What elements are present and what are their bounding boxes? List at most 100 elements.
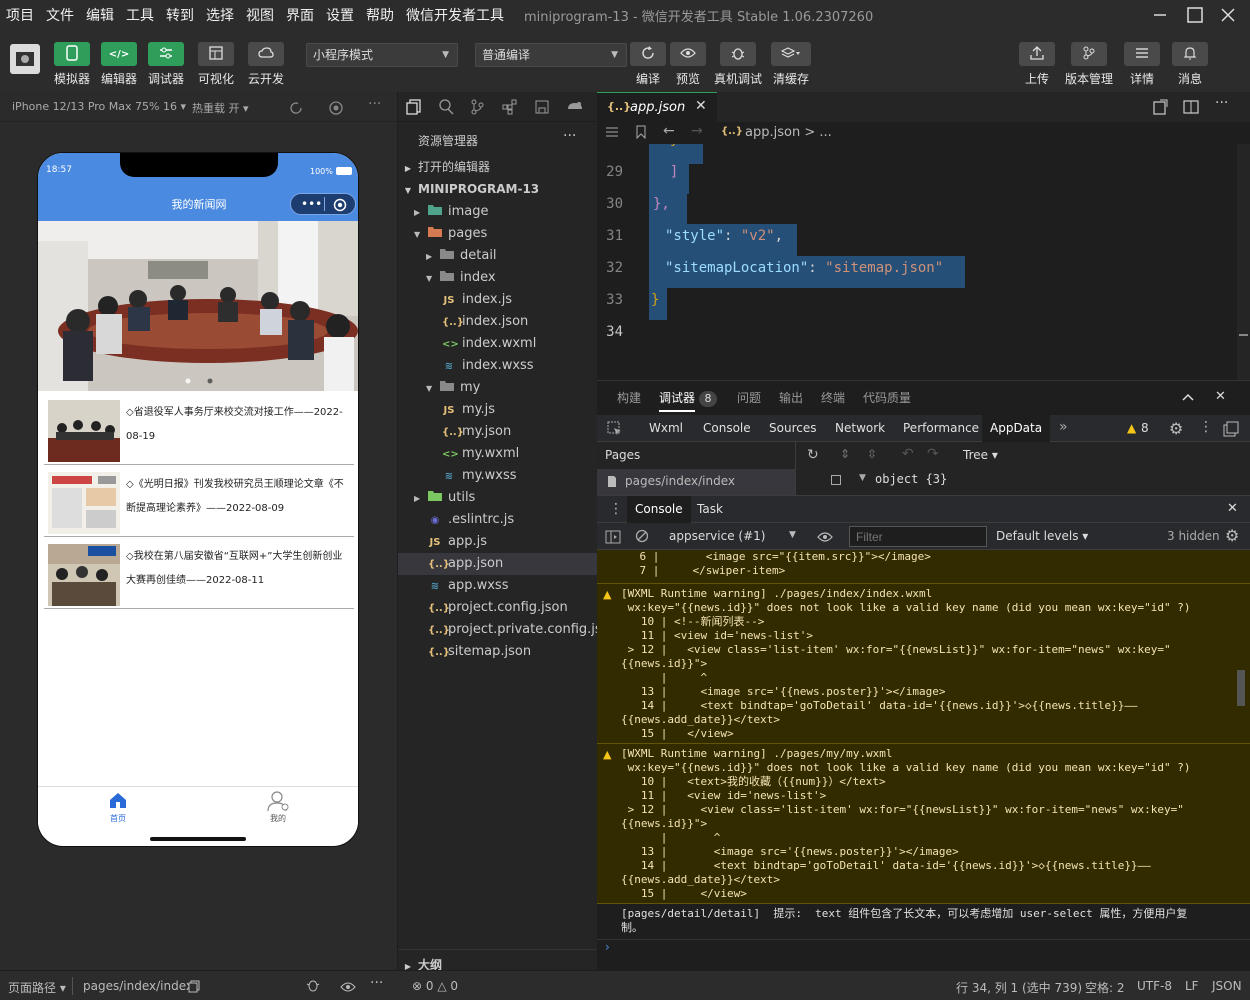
bookmark-icon[interactable] bbox=[635, 125, 647, 143]
code-area[interactable]: 28 } 29 ] 30}, 31"style": "v2", 32"sitem… bbox=[597, 144, 1250, 380]
tree-file[interactable]: JS app.js bbox=[398, 531, 598, 553]
more-icon[interactable]: ••• bbox=[301, 197, 322, 211]
tree-file[interactable]: ◉ .eslintrc.js bbox=[398, 509, 598, 531]
compile-button[interactable] bbox=[630, 42, 666, 66]
copy-icon[interactable] bbox=[188, 980, 200, 996]
tree-file[interactable]: {..}project.config.json bbox=[398, 597, 598, 619]
compile-select[interactable]: 普通编译 ▼ bbox=[475, 43, 627, 67]
kebab-icon[interactable]: ⋮ bbox=[1199, 419, 1213, 435]
tab-build[interactable]: 构建 bbox=[617, 381, 641, 415]
maximize-icon[interactable] bbox=[1185, 5, 1205, 25]
context-select[interactable]: appservice (#1) bbox=[669, 529, 765, 543]
tree-file[interactable]: ≋ index.wxss bbox=[398, 355, 598, 377]
tab-network[interactable]: Network bbox=[827, 415, 893, 442]
tab-terminal[interactable]: 终端 bbox=[821, 381, 845, 415]
simulator-button[interactable] bbox=[54, 42, 90, 66]
tree-folder[interactable]: ▶ image bbox=[398, 201, 598, 223]
chevron-down-icon[interactable]: ▼ bbox=[789, 530, 796, 540]
tab-wxml[interactable]: Wxml bbox=[641, 415, 691, 442]
refresh-icon[interactable]: ↻ bbox=[807, 447, 819, 463]
tree-file[interactable]: {..}sitemap.json bbox=[398, 641, 598, 663]
forward-icon[interactable]: → bbox=[691, 123, 703, 139]
cloud-button[interactable] bbox=[248, 42, 284, 66]
list-item[interactable]: ◇我校在第八届安徽省“互联网+”大学生创新创业大赛再创佳绩——2022-08-1… bbox=[44, 539, 354, 609]
clear-cache-button[interactable] bbox=[771, 42, 811, 66]
tab-performance[interactable]: Performance bbox=[895, 415, 987, 442]
upload-button[interactable] bbox=[1019, 42, 1055, 66]
extensions-icon[interactable] bbox=[502, 99, 518, 118]
preview-button[interactable] bbox=[670, 42, 706, 66]
sidebar-toggle-icon[interactable] bbox=[605, 530, 621, 547]
cloud-dev-icon[interactable] bbox=[566, 99, 584, 116]
menu-goto[interactable]: 转到 bbox=[160, 5, 200, 25]
tree-file[interactable]: <> index.wxml bbox=[398, 333, 598, 355]
clear-console-icon[interactable] bbox=[635, 529, 649, 546]
tree-file[interactable]: JS my.js bbox=[398, 399, 598, 421]
project-section[interactable]: ▼ MINIPROGRAM-13 bbox=[398, 178, 598, 200]
close-icon[interactable]: ✕ bbox=[1227, 501, 1238, 516]
undock-icon[interactable] bbox=[1223, 421, 1239, 440]
checkbox[interactable] bbox=[831, 475, 841, 485]
eol-setting[interactable]: LF bbox=[1185, 979, 1199, 993]
menu-help[interactable]: 帮助 bbox=[360, 5, 400, 25]
tab-appdata[interactable]: AppData bbox=[982, 415, 1051, 442]
news-title[interactable]: ◇省退役军人事务厅来校交流对接工作——2022-08-19 bbox=[126, 401, 352, 449]
cursor-position[interactable]: 行 34, 列 1 (选中 739) bbox=[956, 979, 1082, 996]
remote-debug-button[interactable] bbox=[720, 42, 756, 66]
tree-file[interactable]: {..}app.json bbox=[398, 553, 598, 575]
news-title[interactable]: ◇我校在第八届安徽省“互联网+”大学生创新创业大赛再创佳绩——2022-08-1… bbox=[126, 545, 352, 593]
undo-icon[interactable]: ↶ bbox=[902, 446, 914, 462]
avatar[interactable] bbox=[10, 44, 40, 74]
object-node[interactable]: object {3} bbox=[875, 472, 947, 486]
tab-code-quality[interactable]: 代码质量 bbox=[863, 381, 911, 415]
menu-tools[interactable]: 工具 bbox=[120, 5, 160, 25]
tree-file[interactable]: <> my.wxml bbox=[398, 443, 598, 465]
eye-icon[interactable] bbox=[340, 981, 356, 995]
triangle-down-icon[interactable]: ▼ bbox=[859, 473, 866, 483]
tab-sources[interactable]: Sources bbox=[761, 415, 824, 442]
news-title[interactable]: ◇《光明日报》刊发我校研究员王顺理论文章《不断提高理论素养》——2022-08-… bbox=[126, 473, 352, 521]
menu-edit[interactable]: 编辑 bbox=[80, 5, 120, 25]
storage-icon[interactable] bbox=[534, 99, 550, 118]
menu-file[interactable]: 文件 bbox=[40, 5, 80, 25]
capsule-close-icon[interactable] bbox=[333, 198, 347, 215]
more-icon[interactable]: ··· bbox=[368, 96, 381, 112]
search-icon[interactable] bbox=[438, 99, 454, 118]
minimize-icon[interactable] bbox=[1150, 5, 1170, 25]
menu-view[interactable]: 视图 bbox=[240, 5, 280, 25]
debugger-button[interactable] bbox=[148, 42, 184, 66]
console-output[interactable]: 6 | <image src="{{item.src}}"></image> 7… bbox=[597, 550, 1250, 971]
language-mode[interactable]: JSON bbox=[1212, 979, 1242, 993]
source-control-icon[interactable] bbox=[470, 99, 484, 118]
tree-folder[interactable]: ▼ index bbox=[398, 267, 598, 289]
bug-icon[interactable] bbox=[306, 978, 320, 995]
more-icon[interactable]: ··· bbox=[370, 975, 383, 991]
details-button[interactable] bbox=[1124, 42, 1160, 66]
tree-folder[interactable]: ▼ my bbox=[398, 377, 598, 399]
close-icon[interactable]: ✕ bbox=[695, 98, 707, 114]
page-path-select[interactable]: 页面路径 ▾ bbox=[8, 979, 66, 996]
stop-icon[interactable] bbox=[328, 100, 344, 116]
files-icon[interactable] bbox=[406, 99, 422, 118]
menu-project[interactable]: 项目 bbox=[0, 5, 40, 25]
tree-file[interactable]: ≋ app.wxss bbox=[398, 575, 598, 597]
tab-app-json[interactable]: {..} app.json ✕ bbox=[597, 92, 717, 122]
back-icon[interactable]: ← bbox=[663, 123, 675, 139]
tab-debugger[interactable]: 调试器 bbox=[659, 381, 696, 412]
tree-file[interactable]: {..}my.json bbox=[398, 421, 598, 443]
collapse-icon[interactable]: ⇳ bbox=[867, 447, 877, 461]
tree-file[interactable]: JS index.js bbox=[398, 289, 598, 311]
close-window-icon[interactable] bbox=[1218, 5, 1238, 25]
mode-select[interactable]: 小程序模式 ▼ bbox=[306, 43, 458, 67]
error-count[interactable]: ⊗ 0 △ 0 bbox=[412, 979, 458, 993]
filter-input[interactable] bbox=[849, 526, 987, 547]
list-item[interactable]: ◇《光明日报》刊发我校研究员王顺理论文章《不断提高理论素养》——2022-08-… bbox=[44, 467, 354, 537]
banner-image[interactable] bbox=[38, 221, 358, 391]
kebab-icon[interactable]: ⋮ bbox=[609, 501, 623, 517]
open-preview-icon[interactable] bbox=[1152, 99, 1168, 118]
view-mode-select[interactable]: Tree ▾ bbox=[963, 448, 998, 462]
chevron-double-right-icon[interactable]: » bbox=[1059, 419, 1068, 435]
tree-file[interactable]: {..}project.private.config.js... bbox=[398, 619, 614, 641]
redo-icon[interactable]: ↷ bbox=[927, 446, 939, 462]
levels-select[interactable]: Default levels ▾ bbox=[996, 529, 1088, 543]
